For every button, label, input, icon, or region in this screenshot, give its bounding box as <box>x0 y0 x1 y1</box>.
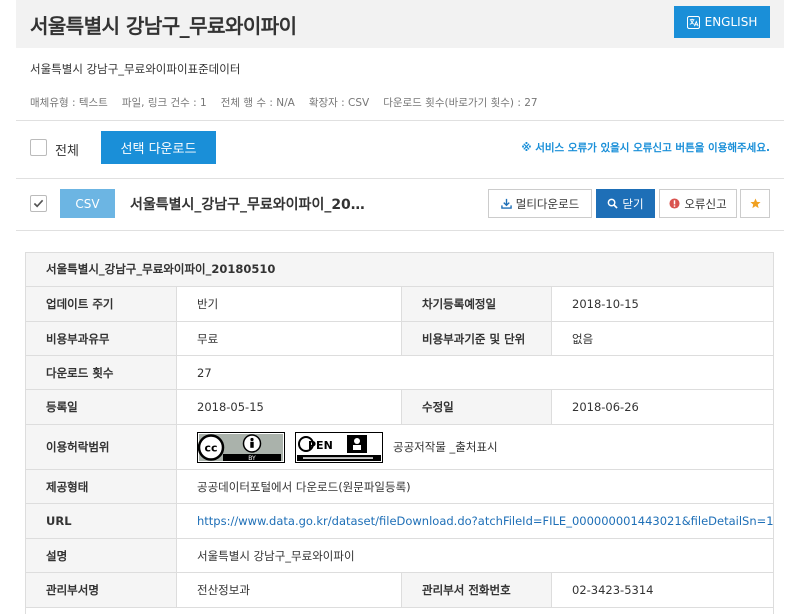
row-label: 비용부과유무 <box>26 322 176 355</box>
report-error-button[interactable]: 오류신고 <box>659 189 737 218</box>
meta-info: 매체유형 : 텍스트 파일, 링크 건수 : 1 전체 행 수 : N/A 확장… <box>30 95 538 110</box>
table-row: 업데이트 주기 반기 차기등록예정일 2018-10-15 <box>26 287 773 322</box>
row-label: 제공형태 <box>26 470 176 503</box>
divider <box>16 178 784 179</box>
error-notice: ※ 서비스 오류가 있을시 오류신고 버튼을 이용해주세요. <box>521 142 770 154</box>
row-label: URL <box>26 504 176 538</box>
select-download-button[interactable]: 선택 다운로드 <box>101 131 216 164</box>
row-value: 전산정보과 <box>176 573 401 607</box>
url-cell: https://www.data.go.kr/dataset/fileDownl… <box>176 504 773 538</box>
table-row: 이용허락범위 BY cc PEN 공공저작물 _출처표시 <box>26 425 773 470</box>
meta-media-type: 매체유형 : 텍스트 <box>30 97 108 109</box>
license-badges: BY cc PEN 공공저작물 _출처표시 <box>197 431 498 463</box>
divider <box>16 230 784 231</box>
row-value: 무료 <box>176 322 401 355</box>
dataset-subtitle: 서울특별시 강남구_무료와이파이표준데이터 <box>30 62 241 76</box>
english-label: ENGLISH <box>704 15 758 29</box>
checkbox-icon <box>33 199 44 208</box>
row-label: 관리부서 전화번호 <box>401 573 551 607</box>
row-value: 2018-05-15 <box>176 390 401 424</box>
format-badge: CSV <box>60 189 115 218</box>
table-row: URL https://www.data.go.kr/dataset/fileD… <box>26 504 773 539</box>
row-value: 27 <box>176 356 773 389</box>
row-label: 설명 <box>26 539 176 572</box>
meta-extension: 확장자 : CSV <box>308 97 370 109</box>
file-checkbox[interactable] <box>30 195 47 212</box>
table-row: 설명 서울특별시 강남구_무료와이파이 <box>26 539 773 573</box>
translate-icon <box>686 15 700 29</box>
row-label: 다운로드 횟수 <box>26 356 176 389</box>
close-label: 닫기 <box>622 196 644 211</box>
url-link[interactable]: https://www.data.go.kr/dataset/fileDownl… <box>197 514 773 528</box>
report-error-label: 오류신고 <box>684 196 727 211</box>
row-value: 서울특별시 강남구_무료와이파이 <box>176 539 773 572</box>
row-value: 2018-10-15 <box>551 287 773 321</box>
select-all-checkbox[interactable] <box>30 139 47 156</box>
multi-download-label: 멀티다운로드 <box>515 196 580 211</box>
table-row: 등록일 2018-05-15 수정일 2018-06-26 <box>26 390 773 425</box>
favorite-button[interactable] <box>740 189 770 218</box>
svg-text:PEN: PEN <box>308 439 333 452</box>
divider <box>16 120 784 121</box>
row-label: 비용부과기준 및 단위 <box>401 322 551 355</box>
row-label: 업데이트 주기 <box>26 287 176 321</box>
svg-text:BY: BY <box>248 455 256 462</box>
kogl-open-license-icon: PEN <box>295 431 383 463</box>
english-button[interactable]: ENGLISH <box>674 6 770 38</box>
close-button[interactable]: 닫기 <box>596 189 655 218</box>
table-row: 제공형태 공공데이터포털에서 다운로드(원문파일등록) <box>26 470 773 504</box>
license-text: 공공저작물 _출처표시 <box>393 440 498 454</box>
download-icon <box>500 198 512 209</box>
row-value: 없음 <box>551 322 773 355</box>
select-all-label: 전체 <box>55 144 79 159</box>
search-icon <box>608 198 619 209</box>
license-cell: BY cc PEN 공공저작물 _출처표시 <box>176 425 773 469</box>
row-value: 2018-06-26 <box>551 390 773 424</box>
cc-by-license-icon: BY cc <box>197 431 285 463</box>
row-label: 등록일 <box>26 390 176 424</box>
row-value: 반기 <box>176 287 401 321</box>
star-icon <box>749 198 761 209</box>
svg-text:cc: cc <box>204 441 217 454</box>
meta-download-count: 다운로드 횟수(바로가기 횟수) : 27 <box>383 97 538 109</box>
multi-download-button[interactable]: 멀티다운로드 <box>488 189 592 218</box>
row-label: 수정일 <box>401 390 551 424</box>
meta-file-count: 파일, 링크 건수 : 1 <box>121 97 207 109</box>
table-row: 관리부서명 전산정보과 관리부서 전화번호 02-3423-5314 <box>26 573 773 608</box>
row-value: 공공데이터포털에서 다운로드(원문파일등록) <box>176 470 773 503</box>
detail-heading: 서울특별시_강남구_무료와이파이_20180510 <box>26 253 773 287</box>
detail-table: 서울특별시_강남구_무료와이파이_20180510 업데이트 주기 반기 차기등… <box>25 252 774 614</box>
row-label: 관리부서명 <box>26 573 176 607</box>
row-label: 차기등록예정일 <box>401 287 551 321</box>
page-title: 서울특별시 강남구_무료와이파이 <box>30 14 297 38</box>
row-value: 02-3423-5314 <box>551 573 773 607</box>
row-label: 이용허락범위 <box>26 425 176 469</box>
file-name[interactable]: 서울특별시_강남구_무료와이파이_20… <box>130 194 365 214</box>
alert-icon <box>669 198 680 209</box>
table-row: 비용부과유무 무료 비용부과기준 및 단위 없음 <box>26 322 773 356</box>
table-row: 다운로드 횟수 27 <box>26 356 773 390</box>
meta-row-count: 전체 행 수 : N/A <box>220 97 295 109</box>
title-bar: 서울특별시 강남구_무료와이파이 ENGLISH <box>16 0 784 48</box>
